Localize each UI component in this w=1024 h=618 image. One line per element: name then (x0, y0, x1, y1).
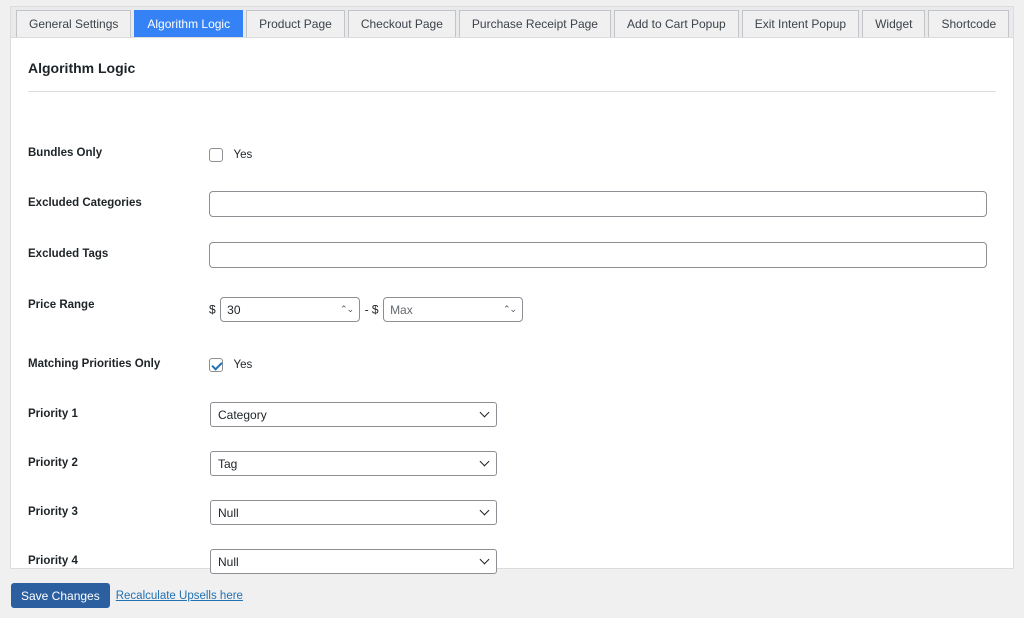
price-min-currency: $ (209, 302, 216, 317)
tab-algorithm-logic[interactable]: Algorithm Logic (134, 10, 244, 37)
priority-1-label: Priority 1 (28, 408, 78, 420)
tab-purchase-receipt-page[interactable]: Purchase Receipt Page (458, 10, 611, 37)
priority-2-field: Tag (210, 451, 497, 476)
price-min-input[interactable]: 30 ⌃⌄ (220, 297, 361, 322)
price-max-placeholder: Max (390, 302, 413, 317)
excluded-tags-input[interactable] (209, 242, 987, 268)
chevron-down-icon (479, 456, 490, 467)
tab-bar: General Settings Algorithm Logic Product… (10, 6, 1014, 37)
settings-wrapper: General Settings Algorithm Logic Product… (10, 6, 1014, 574)
excluded-tags-label: Excluded Tags (28, 248, 109, 260)
bundles-only-field: Yes (209, 146, 252, 164)
bundles-only-option-label: Yes (233, 148, 253, 161)
priority-2-select[interactable]: Tag (210, 451, 497, 476)
tab-shortcode[interactable]: Shortcode (928, 10, 1010, 37)
settings-panel: Algorithm Logic Bundles Only Yes Exclude… (10, 37, 1014, 574)
matching-priorities-option-label: Yes (233, 358, 253, 371)
price-min-value: 30 (227, 302, 241, 317)
save-changes-button[interactable]: Save Changes (11, 583, 110, 608)
price-max-input[interactable]: Max ⌃⌄ (383, 297, 524, 322)
priority-2-value: Tag (218, 456, 238, 471)
excluded-categories-field (209, 191, 987, 217)
excluded-categories-input[interactable] (209, 191, 987, 217)
priority-2-label: Priority 2 (28, 457, 78, 469)
price-range-field: $ 30 ⌃⌄ - $ Max ⌃⌄ (209, 297, 524, 322)
price-range-label: Price Range (28, 299, 95, 311)
excluded-categories-label: Excluded Categories (28, 197, 142, 209)
priority-3-label: Priority 3 (28, 506, 78, 518)
tab-general-settings[interactable]: General Settings (16, 10, 132, 37)
priority-3-select[interactable]: Null (210, 500, 497, 525)
bundles-only-label: Bundles Only (28, 147, 103, 159)
matching-priorities-label: Matching Priorities Only (28, 358, 161, 370)
bundles-only-checkbox[interactable] (209, 147, 223, 162)
price-range-separator: - $ (364, 302, 379, 317)
priority-4-select[interactable]: Null (210, 549, 497, 574)
spinner-icon[interactable]: ⌃⌄ (503, 305, 517, 314)
recalculate-upsells-link[interactable]: Recalculate Upsells here (116, 590, 243, 602)
panel-title: Algorithm Logic (28, 60, 136, 76)
excluded-tags-field (209, 242, 987, 268)
chevron-down-icon (479, 505, 490, 516)
form-footer: Save Changes Recalculate Upsells here (11, 583, 243, 608)
priority-4-field: Null (210, 549, 497, 574)
priority-4-value: Null (218, 554, 239, 569)
tab-product-page[interactable]: Product Page (246, 10, 345, 37)
chevron-down-icon (479, 407, 490, 418)
tab-widget[interactable]: Widget (862, 10, 926, 37)
matching-priorities-checkbox[interactable] (209, 357, 223, 372)
priority-3-value: Null (218, 505, 239, 520)
tab-exit-intent-popup[interactable]: Exit Intent Popup (741, 10, 860, 37)
priority-1-field: Category (210, 402, 497, 427)
priority-4-label: Priority 4 (28, 555, 78, 567)
priority-1-value: Category (218, 407, 267, 422)
tab-add-to-cart-popup[interactable]: Add to Cart Popup (613, 10, 739, 37)
priority-3-field: Null (210, 500, 497, 525)
tab-checkout-page[interactable]: Checkout Page (347, 10, 456, 37)
title-divider (28, 91, 996, 92)
chevron-down-icon (479, 554, 490, 565)
priority-1-select[interactable]: Category (210, 402, 497, 427)
spinner-icon[interactable]: ⌃⌄ (340, 305, 354, 314)
matching-priorities-field: Yes (209, 356, 252, 374)
